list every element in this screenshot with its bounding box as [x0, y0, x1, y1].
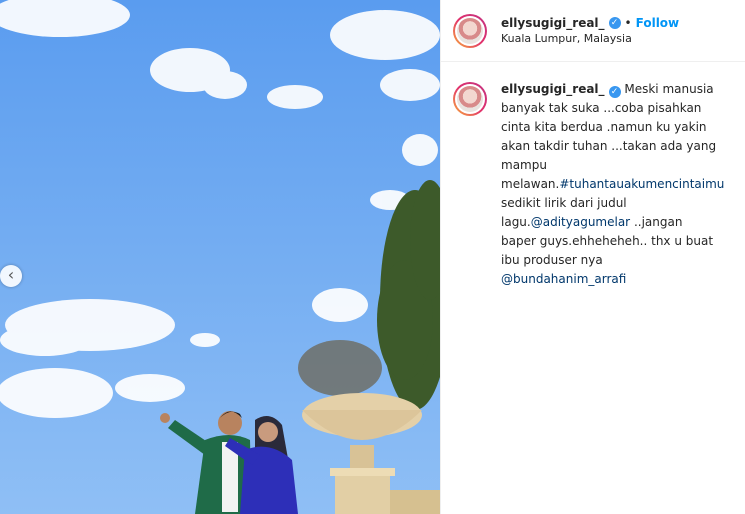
hashtag-link[interactable]: #tuhantauakumencintaimu — [559, 177, 724, 191]
caption-verified-badge-icon: ✓ — [608, 86, 621, 98]
caption: ellysugigi_real_ ✓ Meski manusia banyak t… — [441, 62, 745, 289]
mention-link-aditya[interactable]: @adityagumelar — [531, 215, 630, 229]
caption-avatar[interactable] — [453, 82, 487, 116]
follow-button[interactable]: Follow — [636, 16, 680, 30]
caption-text: ellysugigi_real_ ✓ Meski manusia banyak t… — [501, 80, 724, 289]
photo-image — [0, 0, 440, 514]
chevron-left-icon: ‹ — [7, 265, 15, 284]
caption-username-link[interactable]: ellysugigi_real_ — [501, 82, 605, 96]
avatar[interactable] — [453, 14, 487, 48]
location-link[interactable]: Kuala Lumpur, Malaysia — [501, 32, 679, 45]
separator-dot: • — [624, 16, 632, 30]
verified-badge-icon: ✓ — [608, 17, 621, 29]
post-photo[interactable]: ‹ — [0, 0, 440, 514]
username-link[interactable]: ellysugigi_real_ — [501, 16, 605, 30]
post-detail-panel: ellysugigi_real_ ✓ • Follow Kuala Lumpur… — [440, 0, 745, 514]
previous-image-button[interactable]: ‹ — [0, 265, 22, 287]
mention-link-bundahanim[interactable]: @bundahanim_arrafi — [501, 272, 626, 286]
post-header: ellysugigi_real_ ✓ • Follow Kuala Lumpur… — [441, 0, 745, 62]
caption-text-part1: Meski manusia banyak tak suka ...coba pi… — [501, 82, 717, 191]
